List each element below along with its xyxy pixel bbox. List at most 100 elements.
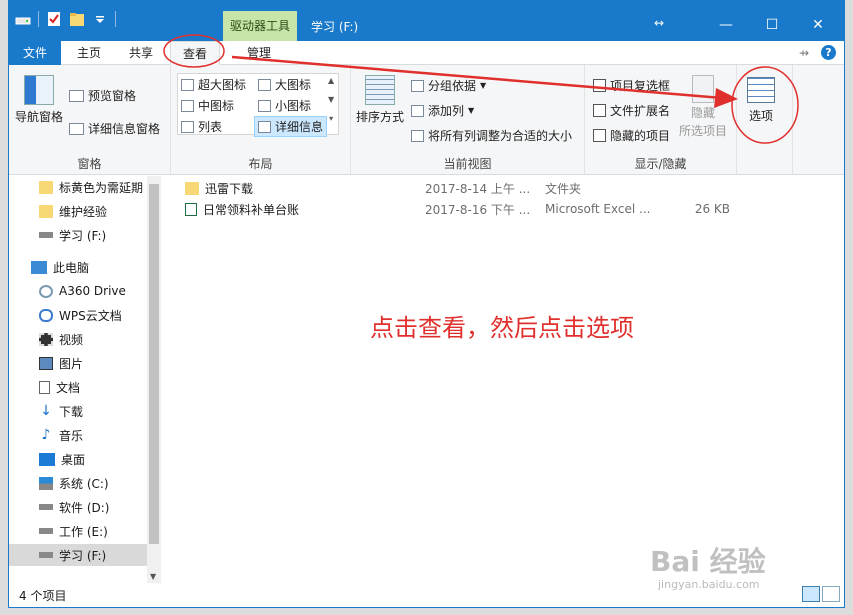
hidden-items-toggle[interactable]: 隐藏的项目	[593, 127, 670, 144]
cloud-drive-icon	[39, 284, 53, 298]
minimize-button[interactable]: —	[703, 11, 749, 39]
details-view-label: 详细信息	[275, 120, 324, 134]
hidden-items-checkbox[interactable]	[593, 129, 606, 142]
nav-pane-button[interactable]: 导航窗格	[15, 75, 63, 125]
file-row[interactable]: 日常领料补单台账 2017-8-16 下午 ... Microsoft Exce…	[185, 199, 730, 219]
nav-item-downloads[interactable]: ↓ 下载	[39, 400, 83, 422]
show-hide-group: 项目复选框 文件扩展名 隐藏的项目 隐藏 所选项目 显示/隐藏	[585, 65, 737, 175]
file-name-cell: 迅雷下载	[185, 180, 425, 197]
computer-icon	[31, 260, 47, 274]
options-label: 选项	[748, 109, 773, 123]
details-pane-button[interactable]: 详细信息窗格	[69, 120, 160, 137]
file-date: 2017-8-14 上午 ...	[425, 181, 531, 196]
baidu-watermark: Bai 经验	[650, 545, 766, 578]
scroll-down-icon[interactable]: ▼	[328, 95, 334, 104]
extra-large-icons-option[interactable]: 超大图标	[181, 76, 246, 93]
expand-gallery-icon[interactable]: ▾	[329, 114, 333, 123]
hide-selected-button[interactable]: 隐藏 所选项目	[679, 75, 727, 139]
file-extensions-checkbox[interactable]	[593, 104, 606, 117]
details-pane-icon	[69, 122, 84, 135]
nav-item-drive-f-pinned[interactable]: 学习 (F:)	[39, 224, 106, 246]
nav-item-label: A360 Drive	[59, 284, 126, 298]
tab-file[interactable]: 文件	[9, 41, 61, 65]
baidu-watermark-url: jingyan.baidu.com	[658, 578, 760, 591]
nav-item-wps-cloud[interactable]: WPS云文档	[39, 304, 122, 326]
preview-pane-button[interactable]: 预览窗格	[69, 87, 136, 104]
nav-item-label: 视频	[59, 332, 84, 347]
details-view-option[interactable]: 详细信息	[254, 116, 328, 137]
layout-scroll-arrows[interactable]: ▲ ▼ ▾	[328, 76, 334, 123]
nav-scrollbar-thumb[interactable]	[149, 184, 159, 544]
video-icon	[39, 332, 53, 346]
drive-icon[interactable]	[15, 11, 31, 27]
chevron-down-icon: ▼	[468, 106, 475, 115]
file-extensions-label: 文件扩展名	[610, 104, 671, 118]
sort-by-button[interactable]: 排序方式	[356, 75, 404, 125]
nav-item-this-pc[interactable]: 此电脑	[31, 256, 89, 278]
help-icon[interactable]: ?	[821, 45, 836, 60]
tab-view[interactable]: 查看	[170, 41, 220, 65]
small-icons-option[interactable]: 小图标	[258, 97, 311, 114]
size-all-columns-button[interactable]: 将所有列调整为合适的大小	[411, 127, 572, 144]
nav-item-a360[interactable]: A360 Drive	[39, 280, 126, 302]
medium-icons-option[interactable]: 中图标	[181, 97, 234, 114]
list-option[interactable]: 列表	[181, 118, 222, 135]
chevron-down-icon[interactable]	[92, 11, 108, 27]
nav-item-label: 文档	[56, 380, 81, 395]
drive-icon	[39, 528, 53, 534]
drive-icon	[39, 504, 53, 510]
details-view-icon[interactable]	[802, 586, 820, 602]
nav-item-label: 音乐	[59, 428, 84, 443]
nav-item-videos[interactable]: 视频	[39, 328, 83, 350]
pin-ribbon-icon[interactable]: ⇸	[799, 46, 809, 60]
picture-icon	[39, 356, 53, 370]
close-button[interactable]: ✕	[795, 11, 841, 39]
nav-item-drive-f[interactable]: 学习 (F:)	[9, 544, 147, 566]
maximize-button[interactable]: ☐	[749, 11, 795, 39]
options-button[interactable]: 选项	[747, 77, 775, 124]
item-checkboxes-toggle[interactable]: 项目复选框	[593, 77, 670, 94]
system-drive-icon	[39, 476, 53, 490]
large-icons-view-icon[interactable]	[822, 586, 840, 602]
nav-item-desktop[interactable]: 桌面	[39, 448, 85, 470]
hide-selected-label: 隐藏	[691, 106, 716, 120]
layout-group-label: 布局	[248, 157, 273, 171]
ribbon-tabs: 文件 主页 共享 查看 管理 ⇸ ?	[9, 41, 844, 65]
large-icons-icon	[258, 78, 271, 91]
nav-item-documents[interactable]: 文档	[39, 376, 80, 398]
nav-item-music[interactable]: ♪ 音乐	[39, 424, 83, 446]
tab-manage[interactable]: 管理	[237, 41, 281, 65]
tab-home[interactable]: 主页	[67, 41, 111, 65]
nav-item-pinned-folder[interactable]: 标黄色为需延期	[39, 176, 143, 198]
hide-selected-icon	[692, 75, 714, 103]
tab-share[interactable]: 共享	[119, 41, 163, 65]
nav-item-drive-e[interactable]: 工作 (E:)	[39, 520, 108, 542]
add-columns-label: 添加列	[428, 104, 465, 118]
size-columns-icon	[411, 129, 424, 142]
scroll-down-icon[interactable]: ▼	[150, 572, 156, 581]
nav-item-drive-c[interactable]: 系统 (C:)	[39, 472, 109, 494]
group-by-button[interactable]: 分组依据 ▼	[411, 77, 486, 94]
large-icons-option[interactable]: 大图标	[258, 76, 311, 93]
new-folder-icon[interactable]	[69, 11, 85, 27]
scroll-up-icon[interactable]: ▲	[328, 76, 334, 85]
sort-by-icon	[365, 75, 395, 105]
nav-scrollbar[interactable]: ▼	[147, 176, 161, 583]
properties-icon[interactable]	[46, 11, 62, 27]
nav-item-label: 标黄色为需延期	[59, 180, 144, 195]
nav-item-drive-d[interactable]: 软件 (D:)	[39, 496, 109, 518]
file-row[interactable]: 迅雷下载 2017-8-14 上午 ... 文件夹	[185, 178, 730, 198]
nav-item-label: 学习 (F:)	[59, 228, 107, 243]
nav-item-pinned-folder[interactable]: 维护经验	[39, 200, 107, 222]
ribbon: 导航窗格 预览窗格 详细信息窗格 窗格 超大图标 大图标 中图标 小图标 列表 …	[9, 65, 844, 175]
group-by-label: 分组依据	[428, 79, 477, 93]
nav-pane-label: 导航窗格	[15, 110, 64, 124]
nav-pane-icon	[24, 75, 54, 105]
nav-item-label: 此电脑	[53, 260, 90, 275]
file-extensions-toggle[interactable]: 文件扩展名	[593, 102, 670, 119]
toolbar-separator	[38, 11, 39, 27]
nav-item-pictures[interactable]: 图片	[39, 352, 83, 374]
show-hide-group-label: 显示/隐藏	[634, 157, 687, 171]
item-checkboxes-checkbox[interactable]	[593, 79, 606, 92]
add-columns-button[interactable]: 添加列 ▼	[411, 102, 474, 119]
